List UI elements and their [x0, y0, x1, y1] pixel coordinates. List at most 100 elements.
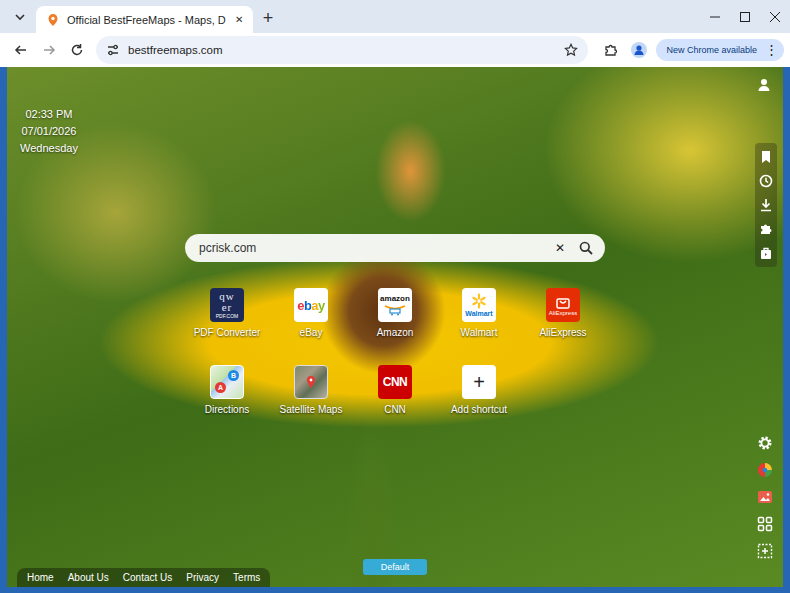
ebay-logo-icon: ebay	[294, 288, 328, 322]
cnn-logo-text: CNN	[383, 375, 408, 389]
left-column: 02:33 PM07/01/2026Wednesday	[7, 67, 185, 559]
wallpaper-icon[interactable]	[757, 489, 773, 505]
shortcut[interactable]: WalmartWalmart	[437, 288, 521, 338]
shortcut-label: PDF Converter	[194, 327, 261, 338]
clock-date: 07/01/2026	[20, 123, 78, 140]
aliexpress-logo-text: AliExpress	[549, 310, 577, 316]
search-clear-button[interactable]: ✕	[555, 241, 565, 255]
apps-grid-icon[interactable]	[757, 516, 773, 532]
arrow-left-icon	[14, 43, 28, 57]
theme-button[interactable]: Default	[363, 559, 427, 575]
footer-link[interactable]: About Us	[68, 572, 109, 583]
site-settings-icon	[106, 43, 120, 57]
settings-toolbar	[757, 435, 773, 559]
tab-title: Official BestFreeMaps - Maps, D	[67, 14, 226, 26]
shopping-bag-icon	[555, 295, 571, 309]
shortcut-label: Add shortcut	[451, 404, 507, 415]
pdf-logo-line: er	[222, 302, 233, 313]
browser-tab[interactable]: Official BestFreeMaps - Maps, D ✕	[36, 6, 253, 33]
update-chrome-label: New Chrome available	[666, 45, 757, 55]
new-tab-page: 02:33 PM07/01/2026Wednesday pcrisk.com ✕ qw…	[7, 67, 783, 587]
update-chrome-button[interactable]: New Chrome available ⋮	[656, 39, 784, 61]
amazon-logo-icon: amazon	[378, 288, 412, 322]
minimize-button[interactable]	[700, 0, 730, 33]
back-button[interactable]	[8, 37, 34, 63]
star-icon[interactable]	[564, 43, 578, 57]
shortcut[interactable]: AliExpress AliExpress	[521, 288, 605, 338]
shortcut-label: AliExpress	[539, 327, 586, 338]
map-pin-icon	[46, 13, 60, 27]
shortcut[interactable]: ebay eBay	[269, 288, 353, 338]
gear-icon[interactable]	[757, 435, 773, 451]
puzzle-icon	[604, 43, 618, 57]
aliexpress-logo-icon: AliExpress	[546, 288, 580, 322]
spark-icon	[471, 293, 487, 309]
page-bottom: Home About Us Contact Us Privacy Terms Defaul…	[7, 559, 783, 587]
add-shortcut-icon: +	[462, 365, 496, 399]
center-column: pcrisk.com✕qwerPDF.COMPDF Converterebaye…	[185, 67, 605, 559]
pdf-logo-icon: qwerPDF.COM	[210, 288, 244, 322]
pdf-logo-caption: PDF.COM	[216, 314, 239, 319]
tab-strip: Official BestFreeMaps - Maps, D ✕ +	[0, 0, 790, 33]
clock-widget: 02:33 PM07/01/2026Wednesday	[20, 106, 78, 157]
close-window-button[interactable]	[760, 0, 790, 33]
browser-window: Official BestFreeMaps - Maps, D ✕ + bestfre…	[0, 0, 790, 593]
palette-icon[interactable]	[757, 462, 773, 478]
reload-button[interactable]	[64, 37, 90, 63]
cnn-logo-icon: CNN	[378, 365, 412, 399]
shortcut[interactable]: qwerPDF.COM PDF Converter	[185, 288, 269, 338]
shortcut[interactable]: Satellite Maps	[269, 365, 353, 415]
marker-b: B	[228, 370, 239, 381]
address-bar[interactable]: bestfreemaps.com	[96, 36, 588, 64]
walmart-logo-icon: Walmart	[462, 288, 496, 322]
shortcut[interactable]: amazonAmazon	[353, 288, 437, 338]
profile-icon	[631, 42, 647, 58]
footer-link[interactable]: Terms	[233, 572, 260, 583]
arrow-right-icon	[42, 43, 56, 57]
download-icon[interactable]	[759, 198, 773, 212]
footer-link[interactable]: Privacy	[186, 572, 219, 583]
chrome-menu-button[interactable]: ⋮	[763, 44, 780, 56]
new-tab-button[interactable]: +	[253, 7, 284, 29]
maximize-button[interactable]	[730, 0, 760, 33]
footer-link[interactable]: Home	[27, 572, 54, 583]
close-icon	[770, 12, 780, 22]
pin-icon	[305, 375, 317, 389]
walmart-logo-text: Walmart	[465, 310, 492, 317]
search-box[interactable]: pcrisk.com ✕	[185, 234, 605, 262]
url-text: bestfreemaps.com	[128, 44, 223, 56]
plus-glyph: +	[473, 372, 485, 392]
shortcut[interactable]: AB Directions	[185, 365, 269, 415]
shortcut-label: Directions	[205, 404, 249, 415]
search-icon[interactable]	[579, 241, 593, 255]
history-icon[interactable]	[759, 174, 773, 188]
profile-button[interactable]	[626, 37, 652, 63]
user-icon[interactable]	[757, 78, 771, 92]
selection-icon[interactable]	[757, 543, 773, 559]
clock-day: Wednesday	[20, 140, 78, 157]
page-main: 02:33 PM07/01/2026Wednesday pcrisk.com ✕ qw…	[7, 67, 783, 559]
maximize-icon	[740, 12, 750, 22]
search-input[interactable]: pcrisk.com	[199, 241, 541, 255]
right-column	[605, 67, 783, 559]
satellite-map-icon	[294, 365, 328, 399]
cart-icon	[383, 304, 407, 316]
tab-close-button[interactable]: ✕	[233, 14, 245, 25]
shortcut[interactable]: CNNCNN	[353, 365, 437, 415]
pdf-logo-line: qw	[219, 291, 234, 302]
toolbar: bestfreemaps.com New Chrome available ⋮	[0, 33, 790, 67]
chevron-down-icon	[14, 11, 26, 23]
shortcut-label: eBay	[300, 327, 323, 338]
extension-icon[interactable]	[759, 222, 773, 236]
marker-a: A	[215, 382, 226, 393]
shortcut[interactable]: + Add shortcut	[437, 365, 521, 415]
quick-sidebar	[755, 143, 777, 267]
forward-button[interactable]	[36, 37, 62, 63]
bookmark-icon[interactable]	[759, 150, 773, 164]
extensions-button[interactable]	[598, 37, 624, 63]
tab-search-button[interactable]	[8, 5, 32, 29]
footer-links: Home About Us Contact Us Privacy Terms	[17, 568, 270, 587]
footer-link[interactable]: Contact Us	[123, 572, 172, 583]
store-icon[interactable]	[759, 246, 773, 260]
clock-time: 02:33 PM	[20, 106, 78, 123]
